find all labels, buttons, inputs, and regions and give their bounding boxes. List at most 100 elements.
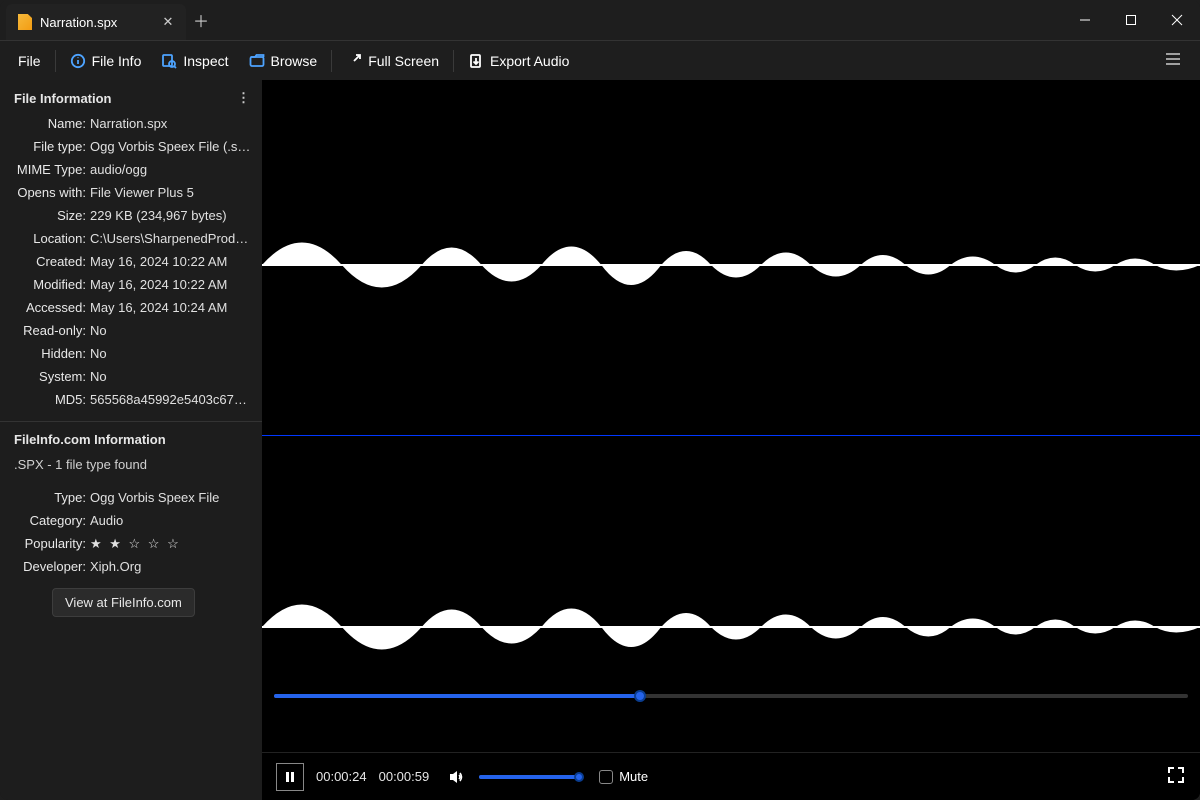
info-value: Ogg Vorbis Speex File (.spx) [90,137,252,156]
info-label: Hidden: [0,344,90,363]
file-menu[interactable]: File [8,47,51,75]
info-value: May 16, 2024 10:22 AM [90,252,252,271]
info-row: Name:Narration.spx [0,112,262,135]
info-label: File type: [0,137,90,156]
info-label: Size: [0,206,90,225]
info-label: System: [0,367,90,386]
info-label: Read-only: [0,321,90,340]
browse-icon [249,53,265,69]
info-label: Name: [0,114,90,133]
info-row: System:No [0,365,262,388]
info-label: Modified: [0,275,90,294]
document-tab[interactable]: Narration.spx ✕ [6,4,186,40]
info-value: May 16, 2024 10:24 AM [90,298,252,317]
info-value: audio/ogg [90,160,252,179]
audio-viewer: 00:00:24 00:00:59 Mute [262,80,1200,800]
fullscreen-icon [346,53,362,69]
browse-label: Browse [271,53,318,69]
info-label: Accessed: [0,298,90,317]
info-label: Popularity: [0,534,90,553]
info-row: MD5:565568a45992e5403c6782198... [0,388,262,411]
mute-checkbox[interactable] [599,770,613,784]
info-icon [70,53,86,69]
mute-toggle[interactable]: Mute [599,769,648,784]
info-row: Modified:May 16, 2024 10:22 AM [0,273,262,296]
info-label: Location: [0,229,90,248]
info-row: Category:Audio [0,509,262,532]
info-row: Hidden:No [0,342,262,365]
volume-slider[interactable] [479,775,579,779]
info-label: Created: [0,252,90,271]
info-row: Developer:Xiph.Org [0,555,262,578]
info-row: Created:May 16, 2024 10:22 AM [0,250,262,273]
info-label: Category: [0,511,90,530]
title-bar: Narration.spx ✕ ＋ [0,0,1200,40]
info-value: No [90,367,252,386]
full-screen-label: Full Screen [368,53,439,69]
info-row: File type:Ogg Vorbis Speex File (.spx) [0,135,262,158]
info-label: Opens with: [0,183,90,202]
info-value: No [90,344,252,363]
sidebar: File Information ⋮ Name:Narration.spxFil… [0,80,262,800]
info-value: File Viewer Plus 5 [90,183,252,202]
toolbar-separator [55,50,56,72]
info-row: Opens with:File Viewer Plus 5 [0,181,262,204]
fileinfo-com-title: FileInfo.com Information [14,432,166,447]
info-row: Popularity:★ ★ ☆ ☆ ☆ [0,532,262,555]
seek-bar-knob[interactable] [634,690,646,702]
tab-title: Narration.spx [40,15,146,30]
mute-label: Mute [619,769,648,784]
info-row: Read-only:No [0,319,262,342]
hamburger-menu[interactable] [1154,44,1192,77]
pause-button[interactable] [276,763,304,791]
info-label: MD5: [0,390,90,409]
file-information-title: File Information [14,91,112,106]
info-value: Ogg Vorbis Speex File [90,488,252,507]
file-menu-label: File [18,53,41,69]
more-menu-icon[interactable]: ⋮ [237,90,250,106]
browse-button[interactable]: Browse [239,47,328,75]
info-value: Xiph.Org [90,557,252,576]
window-close-button[interactable] [1154,0,1200,40]
inspect-label: Inspect [183,53,228,69]
channel-divider-line [262,435,1200,436]
export-audio-button[interactable]: Export Audio [458,47,579,75]
info-value: Audio [90,511,252,530]
info-value: ★ ★ ☆ ☆ ☆ [90,534,252,553]
waveform-area[interactable] [262,80,1200,752]
fileinfo-subtitle: .SPX - 1 file type found [0,453,262,476]
full-screen-button[interactable]: Full Screen [336,47,449,75]
inspect-button[interactable]: Inspect [151,47,238,75]
export-icon [468,53,484,69]
info-row: Location:C:\Users\SharpenedProducti... [0,227,262,250]
file-information-panel: File Information ⋮ Name:Narration.spxFil… [0,80,262,422]
seek-bar[interactable] [274,694,1188,698]
info-label: Developer: [0,557,90,576]
file-info-label: File Info [92,53,142,69]
info-row: Type:Ogg Vorbis Speex File [0,486,262,509]
info-value: C:\Users\SharpenedProducti... [90,229,252,248]
file-info-button[interactable]: File Info [60,47,152,75]
close-tab-icon[interactable]: ✕ [160,14,176,30]
volume-knob[interactable] [574,772,584,782]
inspect-icon [161,53,177,69]
info-value: 565568a45992e5403c6782198... [90,390,252,409]
toolbar-separator [453,50,454,72]
window-maximize-button[interactable] [1108,0,1154,40]
info-value: May 16, 2024 10:22 AM [90,275,252,294]
info-label: MIME Type: [0,160,90,179]
info-row: Size:229 KB (234,967 bytes) [0,204,262,227]
total-duration: 00:00:59 [379,769,430,784]
info-label: Type: [0,488,90,507]
waveform-channel-2 [262,572,1200,682]
info-row: MIME Type:audio/ogg [0,158,262,181]
export-audio-label: Export Audio [490,53,569,69]
expand-button[interactable] [1166,765,1186,788]
view-at-fileinfo-button[interactable]: View at FileInfo.com [52,588,195,617]
speaker-icon[interactable] [447,767,467,787]
window-minimize-button[interactable] [1062,0,1108,40]
volume-fill [479,775,579,779]
waveform-channel-1 [262,210,1200,320]
elapsed-time: 00:00:24 [316,769,367,784]
new-tab-button[interactable]: ＋ [186,0,216,40]
